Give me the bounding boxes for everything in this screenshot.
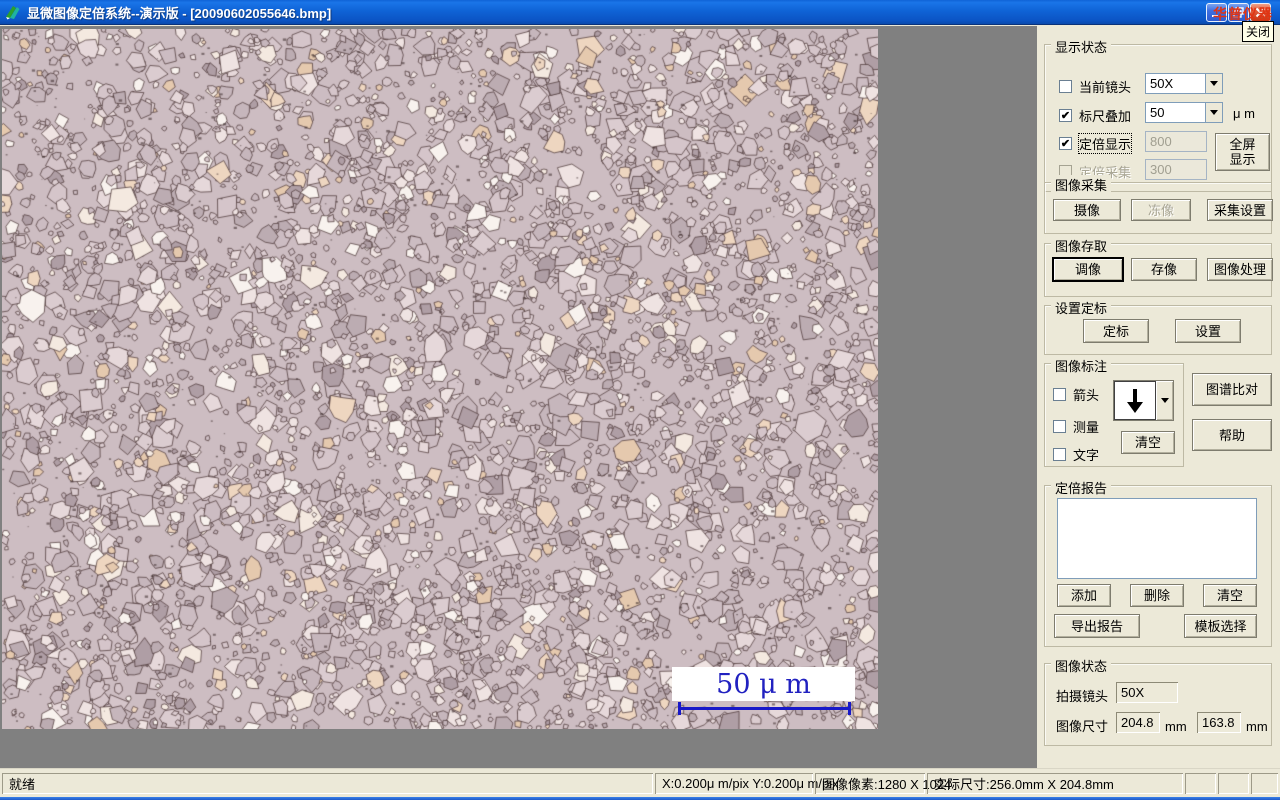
scale-bar-box: 50 μ m [672,667,855,701]
report-list[interactable] [1057,498,1257,579]
capture-camera-button[interactable]: 摄像 [1053,199,1121,221]
application-window: 显微图像定倍系统--演示版 - [20090602055646.bmp] 华普仪… [0,0,1280,800]
arrow-style-dropdown-icon[interactable] [1156,381,1173,420]
report-add-button[interactable]: 添加 [1057,584,1111,607]
fixed-display-checkbox[interactable]: 定倍显示 [1059,133,1133,154]
ruler-value-dropdown-icon[interactable] [1205,103,1222,122]
group-storage-title: 图像存取 [1051,236,1112,255]
group-image-status: 图像状态 拍摄镜头 50X 图像尺寸 204.8 mm 163.8 mm [1044,656,1272,746]
group-report-title: 定倍报告 [1051,478,1112,497]
save-image-button[interactable]: 存像 [1131,258,1197,281]
group-image-status-title: 图像状态 [1051,656,1112,675]
scale-bar-line [678,707,851,710]
ruler-overlay-label: 标尺叠加 [1079,109,1132,124]
control-panel: 显示状态 当前镜头 50X 标尺叠加 50 μ m 定倍显示 [1037,26,1280,768]
fixed-capture-value-field: 300 [1145,159,1207,180]
settings-button[interactable]: 设置 [1175,319,1241,343]
measure-checkbox[interactable]: 测量 [1053,417,1099,436]
status-empty-1 [1185,773,1216,794]
shoot-lens-field: 50X [1116,682,1178,703]
text-checkbox-box[interactable] [1053,448,1066,461]
fixed-display-checkbox-box[interactable] [1059,137,1072,150]
status-empty-3 [1251,773,1278,794]
measure-checkbox-box[interactable] [1053,420,1066,433]
calibrate-button[interactable]: 定标 [1083,319,1149,343]
fixed-display-value: 800 [1150,134,1172,149]
app-icon [6,5,20,19]
fixed-display-label: 定倍显示 [1077,133,1133,154]
down-arrow-icon [1127,388,1143,413]
status-ready: 就绪 [2,773,653,794]
text-label: 文字 [1073,448,1100,463]
group-annotation: 图像标注 箭头 测量 文字 清空 [1044,356,1184,467]
ruler-overlay-checkbox-box[interactable] [1059,109,1072,122]
current-lens-value: 50X [1150,76,1174,91]
capture-freeze-button: 冻像 [1131,199,1191,221]
arrow-style-preview [1114,381,1156,420]
image-display-area: 50 μ m [0,26,1037,768]
scale-bar-label: 50 μ m [716,668,811,700]
image-size-label: 图像尺寸 [1056,719,1109,734]
ruler-unit-label: μ m [1233,106,1255,121]
fixed-capture-value: 300 [1150,162,1172,177]
arrow-checkbox-box[interactable] [1053,388,1066,401]
text-checkbox[interactable]: 文字 [1053,445,1099,464]
status-bar: 就绪 X:0.200μ m/pix Y:0.200μ m/pix 图像像素:12… [0,768,1280,797]
fixed-display-value-field: 800 [1145,131,1207,152]
image-height-unit: mm [1246,719,1268,734]
title-bar: 显微图像定倍系统--演示版 - [20090602055646.bmp] 华普仪… [0,0,1280,25]
ruler-overlay-checkbox[interactable]: 标尺叠加 [1059,106,1131,125]
help-button[interactable]: 帮助 [1192,419,1272,451]
group-display-status-title: 显示状态 [1051,37,1112,56]
current-lens-label: 当前镜头 [1079,80,1132,95]
group-calibration-title: 设置定标 [1051,298,1112,317]
group-annotation-title: 图像标注 [1051,356,1112,375]
image-width-unit: mm [1165,719,1187,734]
group-report: 定倍报告 添加 删除 清空 导出报告 模板选择 [1044,478,1272,647]
close-tooltip: 关闭 [1242,21,1275,42]
window-title: 显微图像定倍系统--演示版 - [20090602055646.bmp] [27,5,332,21]
report-clear-button[interactable]: 清空 [1203,584,1257,607]
status-empty-2 [1218,773,1249,794]
arrow-style-select[interactable] [1113,380,1174,421]
fullscreen-button[interactable]: 全屏 显示 [1215,133,1270,171]
group-display-status: 显示状态 当前镜头 50X 标尺叠加 50 μ m 定倍显示 [1044,37,1272,192]
atlas-compare-button[interactable]: 图谱比对 [1192,373,1272,406]
template-select-button[interactable]: 模板选择 [1184,614,1257,638]
current-lens-dropdown-icon[interactable] [1205,74,1222,93]
capture-settings-button[interactable]: 采集设置 [1207,199,1273,221]
annotation-clear-button[interactable]: 清空 [1121,431,1175,454]
image-height-field: 163.8 [1197,712,1241,733]
status-pixel-scale: X:0.200μ m/pix Y:0.200μ m/pix [655,773,839,794]
scale-bar-tick-right [848,702,851,715]
current-lens-select[interactable]: 50X [1145,73,1223,94]
group-capture: 图像采集 摄像 冻像 采集设置 [1044,175,1273,234]
ruler-value-select[interactable]: 50 [1145,102,1223,123]
export-report-button[interactable]: 导出报告 [1054,614,1140,638]
load-image-button[interactable]: 调像 [1053,258,1123,281]
measure-label: 测量 [1073,420,1100,435]
status-image-pixels: 图像像素:1280 X 1024 [815,773,951,794]
scale-bar-tick-left [678,702,681,715]
arrow-label: 箭头 [1073,388,1100,403]
current-lens-checkbox[interactable]: 当前镜头 [1059,77,1131,96]
image-width-field: 204.8 [1116,712,1160,733]
image-process-button[interactable]: 图像处理 [1207,258,1273,281]
group-capture-title: 图像采集 [1051,175,1112,194]
group-calibration: 设置定标 定标 设置 [1044,298,1272,355]
ruler-value: 50 [1150,105,1165,120]
shoot-lens-label: 拍摄镜头 [1056,689,1109,704]
current-lens-checkbox-box[interactable] [1059,80,1072,93]
report-delete-button[interactable]: 删除 [1130,584,1184,607]
arrow-checkbox[interactable]: 箭头 [1053,385,1099,404]
group-storage: 图像存取 调像 存像 图像处理 [1044,236,1273,297]
microscope-image[interactable] [2,29,878,729]
status-actual-size: 实际尺寸:256.0mm X 204.8mm [927,773,1183,794]
